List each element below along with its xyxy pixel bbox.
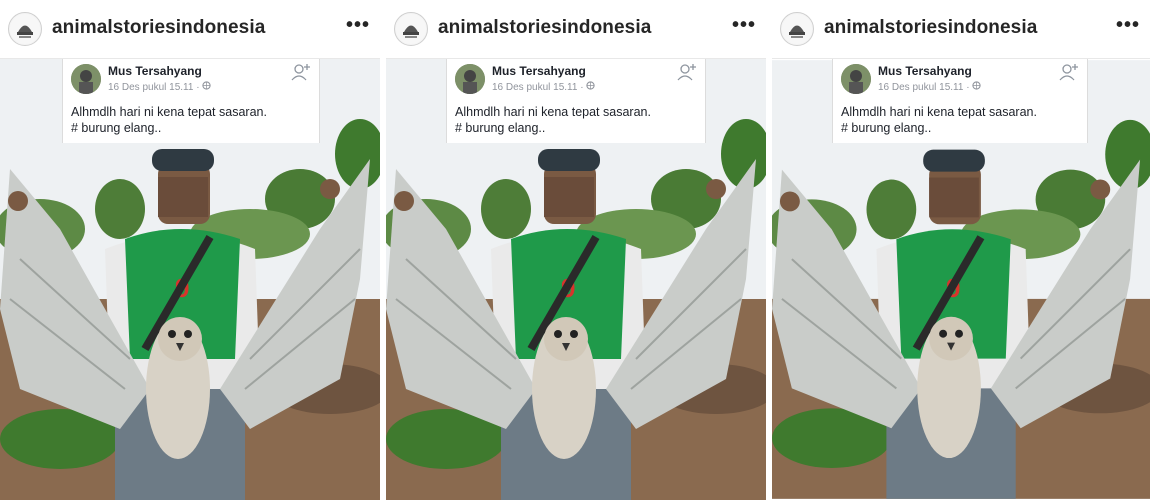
post-header: animalstoriesindonesia ••• <box>772 0 1150 59</box>
facebook-post-card: Mus Tersahyang 16 Des pukul 15.11 · Alhm… <box>446 59 706 143</box>
caption-line-2: # burung elang.. <box>71 121 162 135</box>
post-photo[interactable]: 9 Mus Tersahyang <box>0 59 380 500</box>
post-timestamp: 16 Des pukul 15.11 · <box>108 81 211 93</box>
post-timestamp: 16 Des pukul 15.11 · <box>878 81 981 93</box>
user-avatar[interactable] <box>455 64 485 94</box>
user-avatar[interactable] <box>71 64 101 94</box>
poster-name[interactable]: Mus Tersahyang <box>492 64 586 78</box>
more-options-icon[interactable]: ••• <box>732 14 756 37</box>
profile-avatar-icon[interactable] <box>8 12 42 46</box>
profile-avatar-icon[interactable] <box>780 12 814 46</box>
more-options-icon[interactable]: ••• <box>1116 14 1140 37</box>
profile-avatar-icon[interactable] <box>394 12 428 46</box>
post-timestamp: 16 Des pukul 15.11 · <box>492 81 595 93</box>
account-username[interactable]: animalstoriesindonesia <box>52 17 265 39</box>
post-header: animalstoriesindonesia ••• <box>386 0 766 59</box>
meta-separator: · <box>966 82 970 93</box>
facebook-post-card: Mus Tersahyang 16 Des pukul 15.11 · Alhm… <box>62 59 320 143</box>
caption-line-2: # burung elang.. <box>841 121 932 135</box>
globe-icon <box>972 81 981 93</box>
timestamp-text[interactable]: 16 Des pukul 15.11 <box>108 82 193 93</box>
meta-separator: · <box>580 82 584 93</box>
instagram-post-2: animalstoriesindonesia ••• 9 <box>386 0 766 500</box>
caption-line-2: # burung elang.. <box>455 121 546 135</box>
instagram-post-1: animalstoriesindonesia ••• 9 <box>0 0 380 500</box>
caption-line-1: Alhmdlh hari ni kena tepat sasaran. <box>71 105 267 119</box>
caption-line-1: Alhmdlh hari ni kena tepat sasaran. <box>455 105 651 119</box>
account-username[interactable]: animalstoriesindonesia <box>824 17 1037 39</box>
add-friend-icon[interactable] <box>677 62 697 82</box>
timestamp-text[interactable]: 16 Des pukul 15.11 <box>492 82 577 93</box>
caption-line-1: Alhmdlh hari ni kena tepat sasaran. <box>841 105 1037 119</box>
add-friend-icon[interactable] <box>291 62 311 82</box>
facebook-post-card: Mus Tersahyang 16 Des pukul 15.11 · Alhm… <box>832 59 1088 143</box>
globe-icon <box>202 81 211 93</box>
poster-name[interactable]: Mus Tersahyang <box>878 64 972 78</box>
globe-icon <box>586 81 595 93</box>
meta-separator: · <box>196 82 200 93</box>
instagram-post-3: animalstoriesindonesia ••• 9 <box>772 0 1150 500</box>
user-avatar[interactable] <box>841 64 871 94</box>
timestamp-text[interactable]: 16 Des pukul 15.11 <box>878 82 963 93</box>
post-photo[interactable]: 9 Mus Tersahyang 16 Des pukul <box>772 59 1150 500</box>
more-options-icon[interactable]: ••• <box>346 14 370 37</box>
post-photo[interactable]: 9 Mus Tersahyang 16 Des pukul <box>386 59 766 500</box>
add-friend-icon[interactable] <box>1059 62 1079 82</box>
post-header: animalstoriesindonesia ••• <box>0 0 380 59</box>
poster-name[interactable]: Mus Tersahyang <box>108 64 202 78</box>
account-username[interactable]: animalstoriesindonesia <box>438 17 651 39</box>
